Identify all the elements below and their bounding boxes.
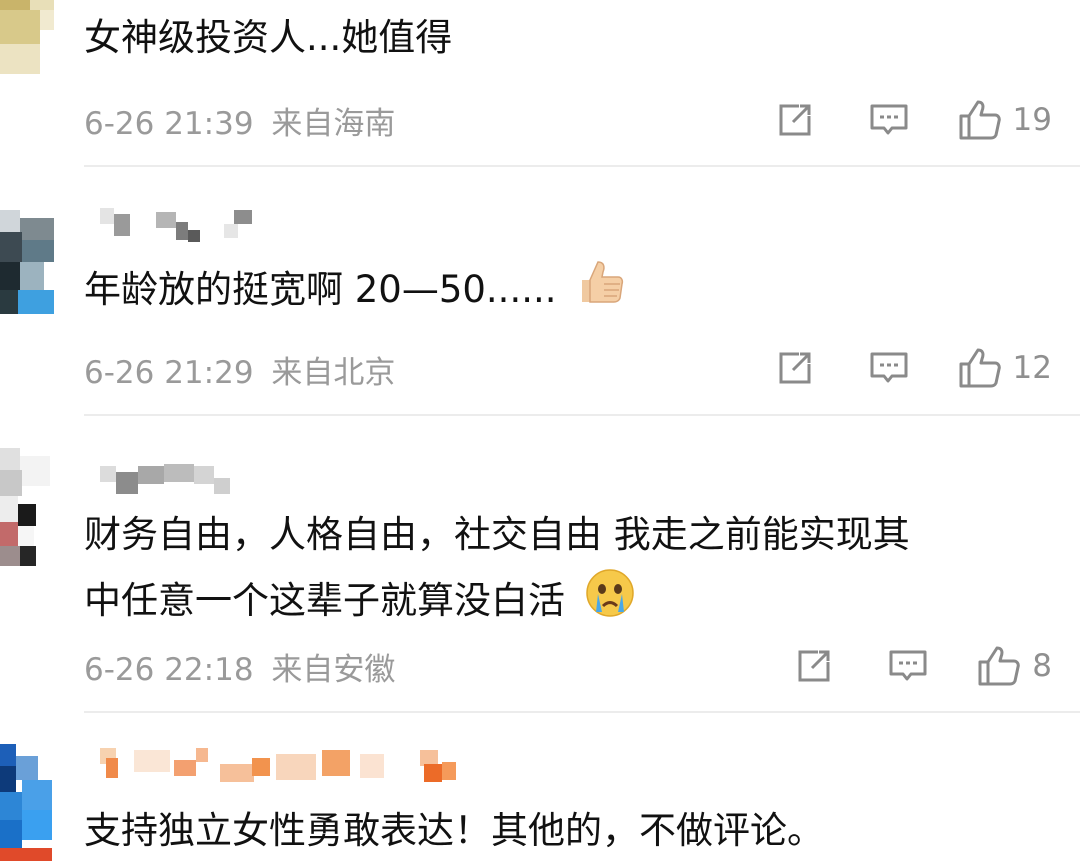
comment-button[interactable]: [886, 646, 930, 686]
comment-meta: 6-26 21:39 来自海南: [84, 98, 395, 143]
share-button[interactable]: [792, 646, 836, 686]
share-icon: [779, 352, 811, 384]
thumbs-up-emoji: [574, 256, 626, 327]
like-icon: [978, 646, 1021, 686]
avatar[interactable]: [0, 0, 64, 74]
comment-time: 6-26 21:39: [84, 106, 254, 142]
comment-text-line: 财务自由，人格自由，社交自由 我走之前能实现其: [84, 513, 910, 556]
like-count: 8: [1032, 648, 1052, 684]
comment-item: 财务自由，人格自由，社交自由 我走之前能实现其 中任意一个这辈子就算没白活 6-…: [0, 418, 1080, 714]
crying-face-emoji: [583, 566, 637, 639]
comment-text: 财务自由，人格自由，社交自由 我走之前能实现其 中任意一个这辈子就算没白活: [84, 504, 910, 639]
comment-item: 年龄放的挺宽啊 20—50...... 6-26 21:29 来自北京 12: [0, 168, 1080, 418]
username-pixelated[interactable]: [100, 462, 270, 498]
comment-button[interactable]: [867, 100, 911, 140]
share-button[interactable]: [773, 348, 817, 388]
comment-item: 支持独立女性勇敢表达！其他的，不做评论。: [0, 714, 1080, 861]
comment-text: 女神级投资人...她值得: [84, 16, 453, 59]
comment-location: 来自北京: [271, 355, 396, 391]
like-count: 19: [1012, 102, 1052, 138]
username-pixelated[interactable]: [100, 748, 500, 788]
comment-item: 女神级投资人...她值得 6-26 21:39 来自海南 19: [0, 0, 1080, 168]
comment-icon: [889, 650, 927, 681]
username-pixelated[interactable]: [100, 208, 270, 244]
like-icon: [959, 348, 1001, 388]
comment-location: 来自海南: [271, 106, 396, 142]
avatar[interactable]: [0, 210, 64, 314]
comment-meta: 6-26 22:18 来自安徽: [84, 644, 395, 689]
comment-actions: 19: [773, 96, 1052, 144]
avatar[interactable]: [0, 448, 64, 588]
comment-icon: [870, 352, 908, 383]
comment-text: 年龄放的挺宽啊 20—50......: [84, 256, 626, 327]
comment-time: 6-26 22:18: [84, 652, 254, 688]
share-button[interactable]: [773, 100, 817, 140]
comment-location: 来自安徽: [271, 652, 396, 688]
comment-text-line: 中任意一个这辈子就算没白活: [84, 566, 910, 639]
divider: [84, 165, 1080, 167]
comment-icon: [870, 104, 908, 135]
comment-actions: 8: [792, 642, 1052, 690]
comment-actions: 12: [773, 344, 1052, 392]
comment-meta: 6-26 21:29 来自北京: [84, 347, 395, 392]
avatar[interactable]: [0, 744, 64, 861]
divider: [84, 711, 1080, 713]
comment-button[interactable]: [867, 348, 911, 388]
divider: [84, 414, 1080, 416]
comment-time: 6-26 21:29: [84, 355, 254, 391]
like-icon: [959, 100, 1001, 140]
like-count: 12: [1012, 350, 1052, 386]
comment-text: 支持独立女性勇敢表达！其他的，不做评论。: [84, 809, 824, 852]
like-button[interactable]: 12: [957, 346, 1052, 390]
share-icon: [798, 650, 830, 682]
like-button[interactable]: 8: [976, 644, 1052, 688]
like-button[interactable]: 19: [957, 98, 1052, 142]
share-icon: [779, 104, 811, 136]
